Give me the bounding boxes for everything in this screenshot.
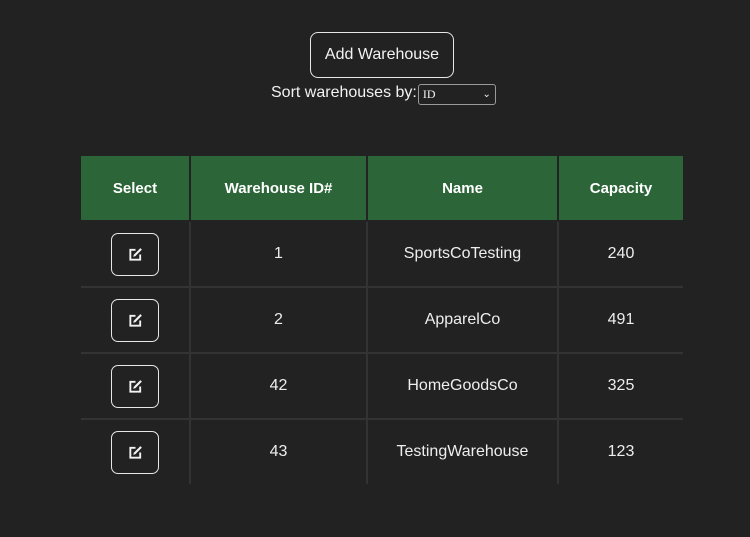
select-cell — [81, 221, 191, 288]
edit-button[interactable] — [111, 232, 159, 276]
name-cell: SportsCoTesting — [367, 221, 559, 288]
edit-button[interactable] — [111, 364, 159, 408]
select-cell — [81, 419, 191, 484]
warehouse-table: Select Warehouse ID# Name Capacity 1 Spo — [81, 156, 683, 484]
sort-control: Sort warehouses by: ID ⌄ — [271, 82, 496, 105]
warehouse-id-cell: 1 — [190, 221, 368, 288]
table-row: 2 ApparelCo 491 — [81, 287, 683, 354]
name-cell: ApparelCo — [367, 287, 559, 354]
warehouse-id-cell: 43 — [190, 419, 368, 484]
warehouse-id-cell: 42 — [190, 353, 368, 420]
sort-selected-value: ID — [422, 86, 436, 101]
header-select: Select — [81, 156, 191, 222]
sort-label: Sort warehouses by: — [271, 84, 417, 101]
edit-button[interactable] — [111, 430, 159, 474]
table-row: 43 TestingWarehouse 123 — [81, 419, 683, 484]
header-capacity: Capacity — [558, 156, 683, 222]
edit-icon — [128, 445, 142, 459]
edit-button[interactable] — [111, 298, 159, 342]
edit-icon — [128, 247, 142, 261]
select-cell — [81, 353, 191, 420]
add-warehouse-button[interactable]: Add Warehouse — [310, 32, 454, 78]
table-row: 1 SportsCoTesting 240 — [81, 221, 683, 288]
name-cell: HomeGoodsCo — [367, 353, 559, 420]
capacity-cell: 240 — [558, 221, 683, 288]
warehouse-id-cell: 2 — [190, 287, 368, 354]
capacity-cell: 491 — [558, 287, 683, 354]
table-header-row: Select Warehouse ID# Name Capacity — [81, 156, 683, 222]
header-warehouse-id: Warehouse ID# — [190, 156, 368, 222]
select-cell — [81, 287, 191, 354]
edit-icon — [128, 313, 142, 327]
capacity-cell: 123 — [607, 443, 635, 460]
table-row: 42 HomeGoodsCo 325 — [81, 353, 683, 420]
sort-select[interactable]: ID ⌄ — [417, 83, 496, 105]
header-name: Name — [367, 156, 559, 222]
edit-icon — [128, 379, 142, 393]
name-cell: TestingWarehouse — [367, 419, 559, 484]
capacity-cell: 325 — [558, 353, 683, 420]
warehouse-page: Add Warehouse Sort warehouses by: ID ⌄ S… — [0, 0, 750, 537]
chevron-down-icon: ⌄ — [482, 88, 491, 100]
